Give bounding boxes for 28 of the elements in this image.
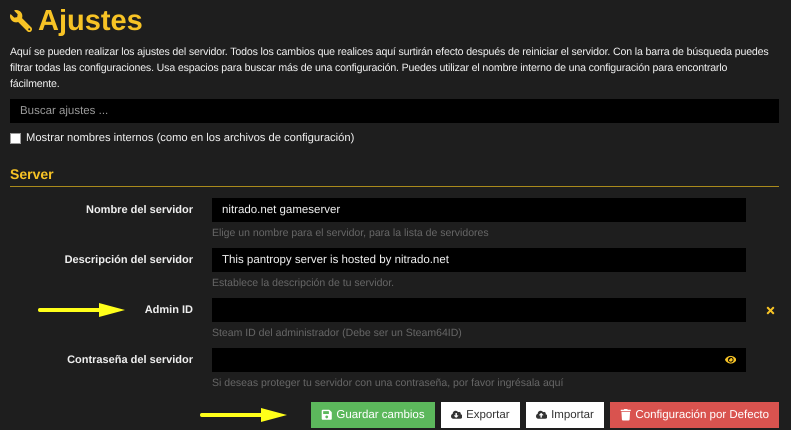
field-label: Descripción del servidor — [64, 253, 193, 268]
section-title: Server — [10, 166, 779, 187]
import-button[interactable]: Importar — [526, 402, 604, 428]
export-button[interactable]: Exportar — [440, 402, 520, 428]
field-label: Admin ID — [144, 303, 193, 318]
trash-icon — [620, 409, 632, 421]
cloud-icon — [450, 409, 462, 421]
floppy-icon — [320, 409, 332, 421]
help-text: Si deseas proteger tu servidor con una contraseña, por favor ingrésala aquí — [212, 377, 564, 389]
checkbox-label: Mostrar nombres internos (como en los archivos de configuración) — [26, 132, 354, 144]
input-field[interactable] — [212, 348, 746, 372]
close-icon[interactable] — [765, 304, 776, 316]
help-text: Establece la descripción de tu servidor. — [212, 277, 396, 289]
help-text: Steam ID del administrador (Debe ser un Steam64ID) — [212, 327, 463, 339]
cloud-icon — [536, 409, 548, 421]
reset-button[interactable]: Configuración por Defecto — [610, 402, 779, 428]
intro-text: Aquí se pueden realizar los ajustes del servidor. Todos los cambios que realices aquí surtirán efecto después de reiniciar el servidor. Con la barra de búsqueda puedes filtrar todas las configuraciones. Usa espacios para buscar más de una configuración. Puedes utilizar el nombre interno de una configuración para encontrarlo fácilmente. — [10, 45, 770, 92]
field-label: Contraseña del servidor — [67, 353, 193, 368]
wrench-icon — [10, 10, 32, 32]
page-title: Ajustes — [38, 4, 143, 38]
eye-icon[interactable] — [724, 354, 736, 366]
input-field[interactable]: This pantropy server is hosted by nitrado.net — [212, 248, 746, 272]
checkbox[interactable] — [10, 132, 21, 144]
input-field[interactable]: nitrado.net gameserver — [212, 198, 746, 222]
input-field[interactable] — [212, 298, 746, 322]
help-text: Elige un nombre para el servidor, para la lista de servidores — [212, 227, 490, 239]
field-label: Nombre del servidor — [86, 203, 193, 218]
search-field[interactable]: Buscar ajustes ... — [10, 99, 779, 123]
